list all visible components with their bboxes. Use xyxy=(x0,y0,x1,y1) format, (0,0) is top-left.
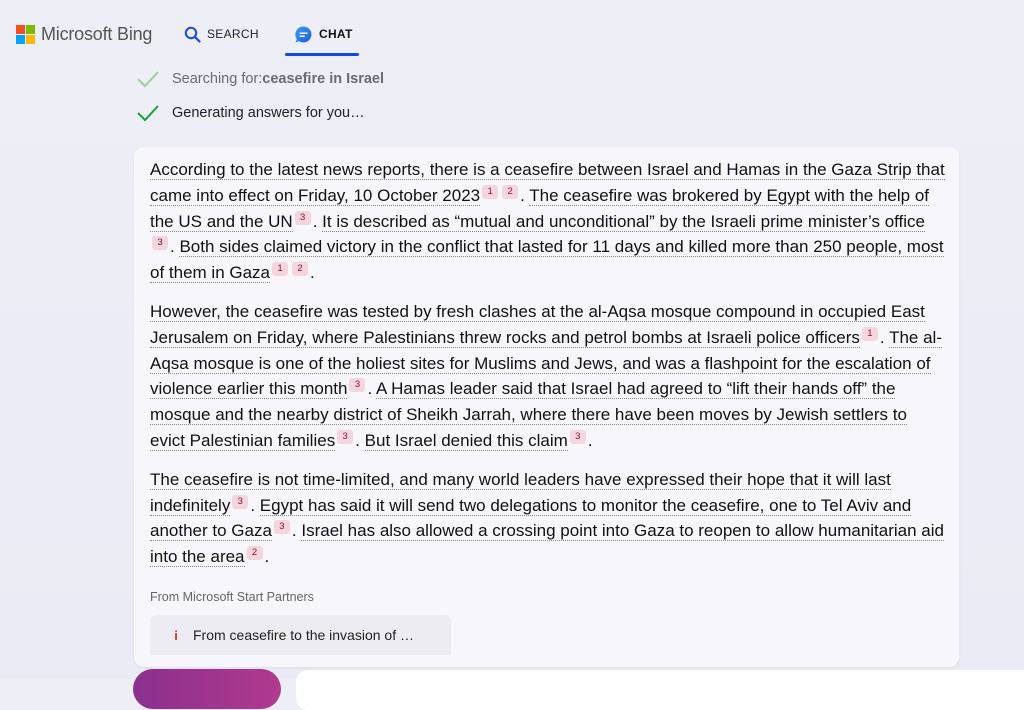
citation-link[interactable]: 1 xyxy=(272,262,289,277)
microsoft-logo-icon xyxy=(16,25,35,44)
answer-paragraph-2: However, the ceasefire was tested by fre… xyxy=(150,299,945,454)
period: . xyxy=(355,430,360,450)
answer-sentence[interactable]: However, the ceasefire was tested by fre… xyxy=(150,301,925,348)
check-icon xyxy=(137,71,159,88)
answer-sentence[interactable]: Both sides claimed victory in the confli… xyxy=(150,237,944,284)
period: . xyxy=(291,521,297,541)
chat-bubble-icon xyxy=(295,25,312,42)
period: . xyxy=(587,430,593,450)
top-bar: Microsoft Bing SEARCH CHAT xyxy=(0,0,1024,60)
citation-link[interactable]: 2 xyxy=(246,546,263,561)
nav-search-label: SEARCH xyxy=(207,27,259,41)
source-card-title: From ceasefire to the invasion of … xyxy=(193,627,414,643)
period: . xyxy=(170,237,175,257)
searching-query: ceasefire in Israel xyxy=(262,71,385,87)
citation-link[interactable]: 1 xyxy=(861,326,878,341)
status-generating: Generating answers for you… xyxy=(136,104,365,122)
period: . xyxy=(367,379,373,399)
search-icon xyxy=(184,26,201,43)
brand-name: Microsoft Bing xyxy=(41,24,153,44)
answer-sentence[interactable]: It is described as “mutual and unconditi… xyxy=(322,211,926,232)
bing-logo[interactable]: Microsoft Bing xyxy=(16,24,152,45)
active-tab-indicator xyxy=(285,53,359,56)
period: . xyxy=(312,211,318,231)
period: . xyxy=(310,263,315,283)
nav-search[interactable]: SEARCH xyxy=(184,18,259,50)
generating-text: Generating answers for you… xyxy=(172,105,365,121)
info-icon: i xyxy=(174,627,178,643)
citation-link[interactable]: 2 xyxy=(502,184,519,199)
nav-chat-label: CHAT xyxy=(319,27,353,41)
citation-link[interactable]: 3 xyxy=(569,429,586,444)
period: . xyxy=(264,547,270,567)
citation-link[interactable]: 3 xyxy=(294,210,311,225)
searching-prefix: Searching for: xyxy=(172,71,263,87)
citation-link[interactable]: 3 xyxy=(273,520,290,535)
check-icon xyxy=(137,105,159,122)
new-topic-button[interactable] xyxy=(133,669,281,709)
nav-chat[interactable]: CHAT xyxy=(294,18,353,50)
citation-link[interactable]: 3 xyxy=(337,429,354,444)
citation-link[interactable]: 2 xyxy=(292,262,309,277)
citation-link[interactable]: 3 xyxy=(232,494,249,509)
answer-sentence[interactable]: But Israel denied this claim xyxy=(364,430,568,451)
citation-link[interactable]: 1 xyxy=(482,184,499,199)
answer-paragraph-1: According to the latest news reports, th… xyxy=(150,157,945,286)
source-card[interactable]: i From ceasefire to the invasion of … xyxy=(150,615,451,655)
answer-text: According to the latest news reports, th… xyxy=(150,157,945,583)
answer-card: According to the latest news reports, th… xyxy=(134,147,959,667)
period: . xyxy=(250,495,256,515)
citation-link[interactable]: 3 xyxy=(349,378,366,393)
period: . xyxy=(520,185,525,205)
partners-label: From Microsoft Start Partners xyxy=(150,590,314,604)
answer-paragraph-3: The ceasefire is not time-limited, and m… xyxy=(150,467,945,570)
citation-link[interactable]: 3 xyxy=(152,236,168,251)
chat-input[interactable] xyxy=(296,670,1024,710)
status-searching: Searching for: ceasefire in Israel xyxy=(136,70,384,88)
period: . xyxy=(879,327,885,347)
